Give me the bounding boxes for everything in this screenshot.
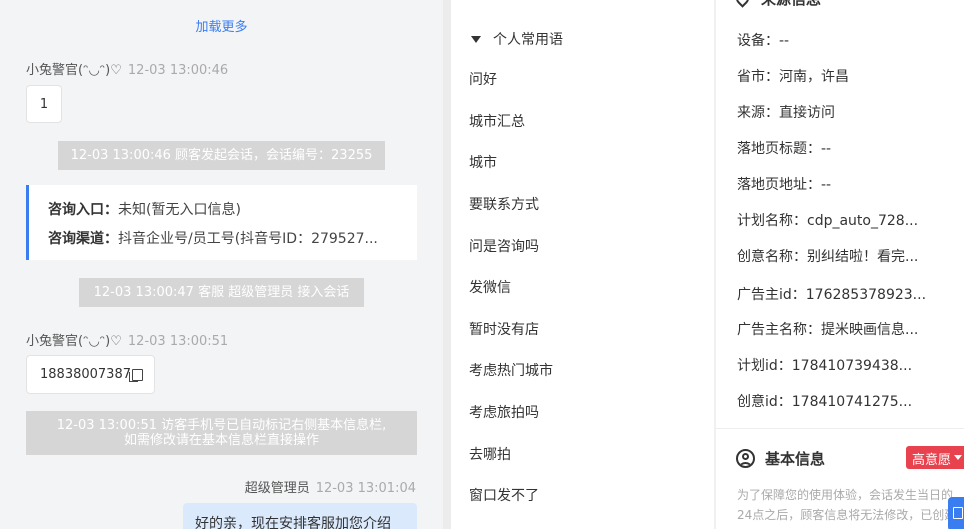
location-pin-icon (733, 0, 752, 8)
sender-name: 小兔警官(ᵔ◡ᵔ)♡ (26, 63, 122, 78)
source-row-plan-id: 计划id：178410739438... (737, 358, 913, 374)
consult-entry-row: 咨询入口：未知(暂无入口信息) (48, 202, 241, 218)
source-row-origin: 来源：直接访问 (737, 105, 835, 121)
customer-message-bubble: 1 (26, 85, 62, 123)
section-separator (716, 428, 964, 429)
phrase-item[interactable]: 问是咨询吗 (469, 236, 539, 256)
phrase-item[interactable]: 去哪拍 (469, 444, 511, 464)
side-action-button[interactable] (948, 497, 964, 529)
source-row-city: 省市：河南，许昌 (737, 69, 849, 85)
source-row-creative-name: 创意名称：别纠结啦！看完... (737, 249, 919, 265)
caret-down-icon (954, 455, 963, 460)
edit-icon (953, 507, 963, 519)
source-row-advertiser-name: 广告主名称：提米映画信息... (737, 322, 919, 338)
source-row-plan-name: 计划名称：cdp_auto_728... (737, 213, 919, 229)
source-info-panel: 来源信息 设备：-- 省市：河南，许昌 来源：直接访问 落地页标题：-- 落地页… (716, 0, 964, 529)
user-icon (736, 449, 755, 468)
customer-message-bubble: 18838007387 (26, 355, 155, 394)
caret-down-icon (471, 35, 481, 43)
basic-info-title: 基本信息 (765, 450, 826, 468)
sender-name: 超级管理员 (244, 481, 310, 496)
source-info-header: 来源信息 (733, 0, 821, 9)
message-time: 12-03 13:00:51 (127, 334, 229, 349)
agent-sender: 超级管理员 12-03 13:01:04 (0, 477, 443, 496)
message-sender: 小兔警官(ᵔ◡ᵔ)♡ 12-03 13:00:46 (26, 59, 228, 78)
phrase-group-title: 个人常用语 (493, 32, 563, 48)
consult-entry-card: 咨询入口：未知(暂无入口信息) 咨询渠道：抖音企业号/员工号(抖音号ID：279… (26, 185, 417, 260)
message-text: 1 (39, 96, 49, 112)
source-row-creative-id: 创意id：178410741275... (737, 394, 913, 410)
system-notice: 12-03 13:00:51 访客手机号已自动标记右侧基本信息栏, 如需修改请在… (26, 411, 417, 455)
phrase-item[interactable]: 考虑旅拍吗 (469, 402, 539, 422)
chat-scrollbar[interactable] (443, 0, 451, 529)
message-sender: 小兔警官(ᵔ◡ᵔ)♡ 12-03 13:00:51 (26, 330, 228, 349)
phrase-item[interactable]: 窗口发不了 (469, 485, 539, 505)
basic-info-header: 基本信息 (736, 448, 825, 469)
intent-level-label: 高意愿 (912, 453, 952, 468)
phrase-item[interactable]: 城市 (469, 152, 497, 172)
consult-channel-row: 咨询渠道：抖音企业号/员工号(抖音号ID：279527... (48, 231, 378, 247)
copy-icon[interactable] (128, 368, 143, 382)
phrases-panel: 个人常用语 问好 城市汇总 城市 要联系方式 问是咨询吗 发微信 暂时没有店 考… (451, 0, 714, 529)
source-row-landing-title: 落地页标题：-- (737, 141, 832, 157)
load-more-link[interactable]: 加载更多 (0, 16, 443, 35)
message-time: 12-03 13:00:46 (127, 63, 229, 78)
phrase-item[interactable]: 发微信 (469, 277, 511, 297)
phrase-item[interactable]: 暂时没有店 (469, 319, 539, 339)
intent-level-dropdown[interactable]: 高意愿 (906, 446, 964, 469)
phrase-item[interactable]: 城市汇总 (469, 111, 525, 131)
system-notice: 12-03 13:00:46 顾客发起会话，会话编号：23255 (58, 141, 385, 170)
phrase-item[interactable]: 考虑热门城市 (469, 360, 553, 380)
source-row-device: 设备：-- (737, 33, 790, 49)
source-info-title: 来源信息 (761, 0, 821, 9)
agent-message-bubble: 好的亲，现在安排客服加您介绍 (183, 503, 417, 529)
system-notice: 12-03 13:00:47 客服 超级管理员 接入会话 (79, 278, 364, 307)
phrase-item[interactable]: 要联系方式 (469, 194, 539, 214)
phrase-group-header[interactable]: 个人常用语 (471, 29, 563, 49)
sender-name: 小兔警官(ᵔ◡ᵔ)♡ (26, 334, 122, 349)
source-row-landing-url: 落地页地址：-- (737, 177, 832, 193)
source-row-advertiser-id: 广告主id：176285378923... (737, 287, 927, 303)
phrase-item[interactable]: 问好 (469, 69, 497, 89)
message-text: 18838007387 (40, 367, 131, 382)
chat-panel: 加载更多 小兔警官(ᵔ◡ᵔ)♡ 12-03 13:00:46 1 12-03 13… (0, 0, 443, 529)
basic-info-notice: 为了保障您的使用体验，会话发生当日的24点之后，顾客信息将无法修改，已创建 (737, 488, 957, 522)
message-time: 12-03 13:01:04 (315, 481, 416, 496)
